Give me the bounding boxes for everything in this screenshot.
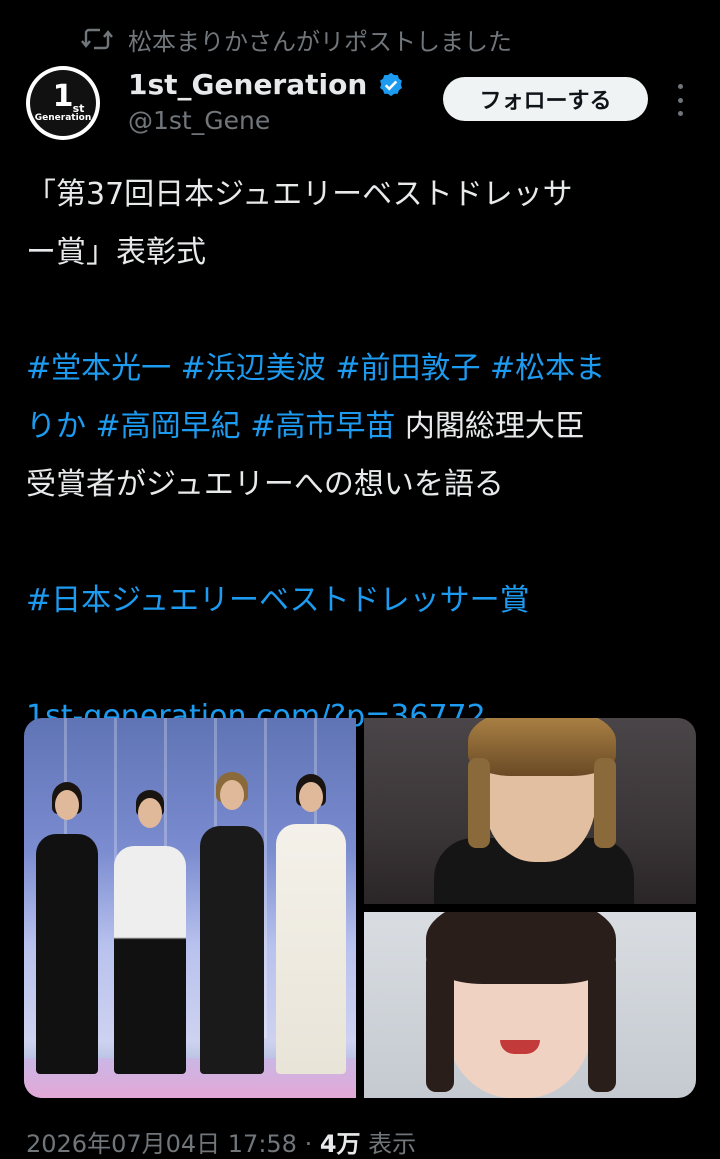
follow-button[interactable]: フォローする (443, 77, 648, 121)
woman-portrait-photo[interactable] (364, 912, 696, 1098)
post-date: 2026年07月04日 17:58 (26, 1130, 297, 1158)
author-name[interactable]: 1st_Generation (128, 68, 405, 101)
post-text: 「第37回日本ジュエリーベストドレッサ ー賞」表彰式 #堂本光一 #浜辺美波 #… (26, 166, 696, 746)
repost-label: 松本まりかさんがリポストしました (128, 27, 512, 56)
view-count: 4万 (319, 1130, 361, 1158)
author-handle[interactable]: @1st_Gene (128, 106, 270, 135)
verified-badge-icon (380, 72, 403, 96)
view-label: 表示 (360, 1130, 417, 1158)
man-portrait-photo[interactable] (364, 718, 696, 904)
hashtags-line-2[interactable]: りか #高岡早紀 #高市早苗 (26, 409, 395, 444)
post-title-line-1: 「第37回日本ジュエリーベストドレッサ (26, 177, 573, 212)
avatar-suffix: st (72, 102, 85, 115)
avatar-logo: 1st Generation (30, 70, 96, 136)
post-text-line-3: 受賞者がジュエリーへの想いを語る (26, 467, 504, 502)
award-ceremony-photo[interactable] (24, 718, 356, 1098)
author-name-text: 1st_Generation (128, 68, 368, 101)
post-title-line-2: ー賞」表彰式 (26, 235, 206, 270)
hashtags-line-1[interactable]: #堂本光一 #浜辺美波 #前田敦子 #松本ま (26, 340, 696, 398)
post-timestamp: 2026年07月04日 17:58 · 4万 表示 (26, 1130, 417, 1158)
hashtag-award[interactable]: #日本ジュエリーベストドレッサー賞 (26, 572, 696, 630)
avatar[interactable]: 1st Generation (26, 66, 100, 140)
repost-indicator[interactable]: 松本まりかさんがリポストしました (80, 22, 512, 56)
more-options-icon[interactable] (666, 84, 694, 116)
media-grid (24, 718, 696, 1098)
post-text-minister: 内閣総理大臣 (395, 409, 585, 444)
avatar-number: 1 (52, 79, 74, 114)
repost-icon (81, 28, 113, 50)
